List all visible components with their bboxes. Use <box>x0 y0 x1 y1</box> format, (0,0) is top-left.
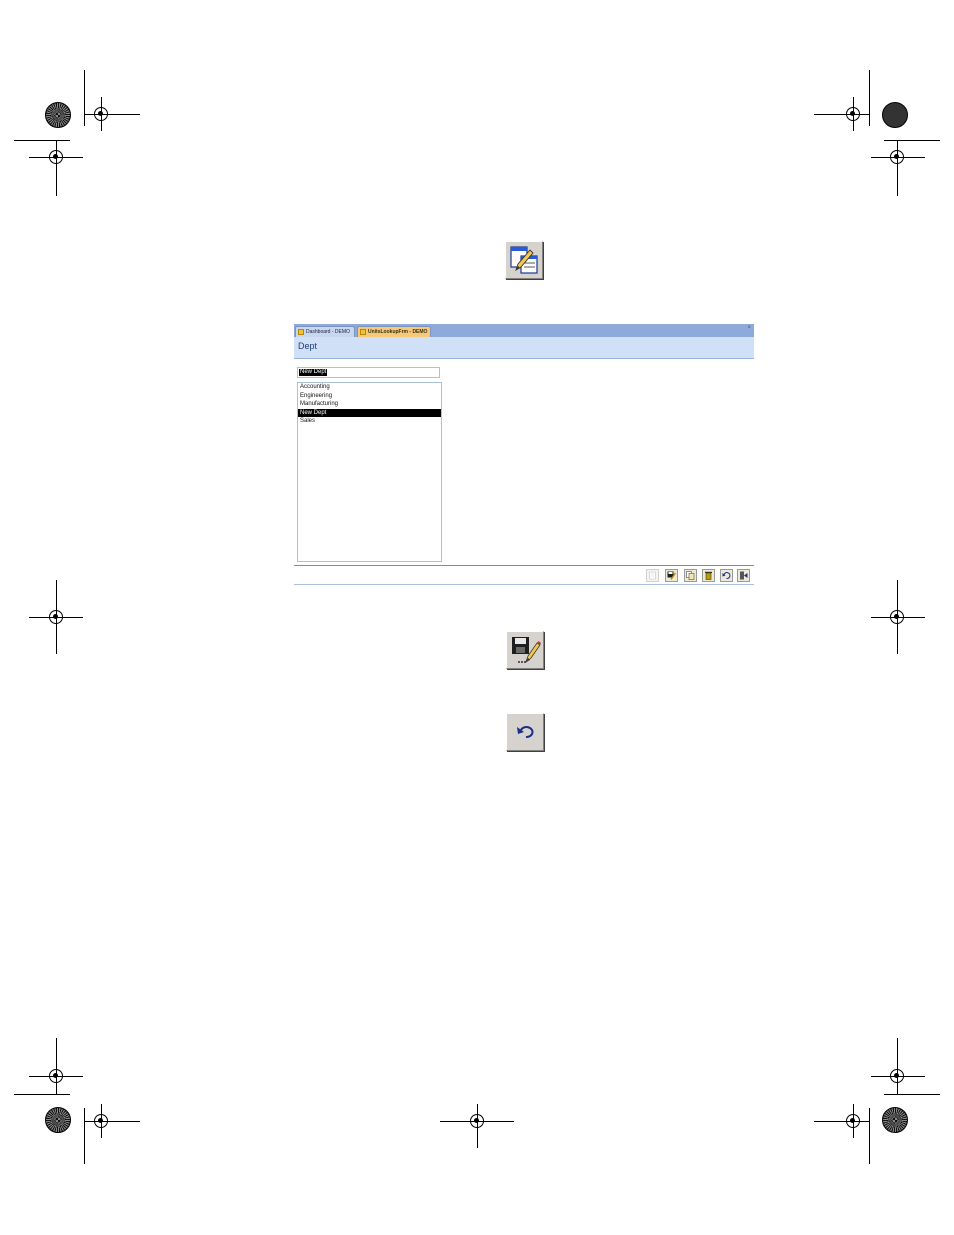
registration-starburst <box>45 1107 71 1133</box>
tab-label: Dashboard - DEMO <box>306 329 350 335</box>
form-icon <box>360 329 366 335</box>
save-edit-large-button[interactable] <box>506 631 544 669</box>
crop-mark <box>814 1121 870 1122</box>
crop-mark <box>56 140 57 196</box>
registration-starburst <box>882 1107 908 1133</box>
undo-icon <box>517 726 534 738</box>
form-icon <box>298 329 304 335</box>
crop-mark <box>884 1094 940 1095</box>
crop-mark <box>897 580 898 654</box>
crop-mark <box>814 114 870 115</box>
save-edit-icon <box>512 637 541 664</box>
crop-mark <box>869 1108 870 1164</box>
list-item[interactable]: Engineering <box>298 392 441 401</box>
crop-mark <box>871 1076 925 1077</box>
crop-mark <box>84 1121 140 1122</box>
edit-form-icon <box>510 246 538 274</box>
crop-mark <box>477 1104 478 1148</box>
edit-form-button[interactable] <box>505 241 543 279</box>
document-tab-bar: Dashboard - DEMO UnitsLookupFrm - DEMO × <box>294 324 754 337</box>
copy-record-button[interactable] <box>684 569 697 582</box>
app-window: Dashboard - DEMO UnitsLookupFrm - DEMO ×… <box>294 324 754 586</box>
delete-button[interactable] <box>702 569 715 582</box>
crop-mark <box>853 1104 854 1138</box>
copy-record-icon <box>686 571 695 580</box>
close-icon[interactable]: × <box>747 325 751 331</box>
form-title: Dept <box>298 341 318 351</box>
crop-mark <box>897 140 898 196</box>
registration-starburst <box>882 102 908 128</box>
exit-icon <box>740 571 748 580</box>
tab-dashboard[interactable]: Dashboard - DEMO <box>295 326 355 337</box>
crop-mark <box>84 70 85 126</box>
dept-list[interactable]: Accounting Engineering Manufacturing New… <box>297 382 442 562</box>
save-edit-button[interactable] <box>665 569 678 582</box>
registration-starburst <box>45 102 71 128</box>
delete-icon <box>705 571 712 580</box>
crop-mark <box>871 157 925 158</box>
list-item[interactable]: Accounting <box>298 383 441 392</box>
list-item[interactable]: Sales <box>298 417 441 426</box>
list-item[interactable]: Manufacturing <box>298 400 441 409</box>
list-item-selected[interactable]: New Dept <box>298 408 441 417</box>
new-record-icon <box>649 571 656 580</box>
crop-mark <box>101 97 102 131</box>
crop-mark <box>871 617 925 618</box>
new-record-button[interactable] <box>646 569 659 582</box>
dept-name-value: New Dept <box>299 369 328 376</box>
crop-mark <box>56 580 57 654</box>
crop-mark <box>101 1104 102 1138</box>
crop-mark <box>853 97 854 131</box>
crop-mark <box>869 70 870 126</box>
crop-mark <box>884 140 940 141</box>
crop-mark <box>14 140 70 141</box>
dept-name-input[interactable]: New Dept <box>297 367 440 378</box>
undo-icon <box>722 572 731 580</box>
exit-button[interactable] <box>737 569 750 582</box>
crop-mark <box>84 1108 85 1164</box>
undo-large-button[interactable] <box>506 713 544 751</box>
crop-mark <box>897 1038 898 1094</box>
undo-button[interactable] <box>720 569 733 582</box>
record-toolbar <box>294 565 754 585</box>
crop-mark <box>14 1094 70 1095</box>
crop-mark <box>56 1038 57 1094</box>
form-header: Dept <box>294 337 754 359</box>
tab-label: UnitsLookupFrm - DEMO <box>368 329 428 335</box>
save-edit-icon <box>667 571 676 580</box>
crop-mark <box>84 114 140 115</box>
tab-units-lookup[interactable]: UnitsLookupFrm - DEMO <box>357 326 431 337</box>
